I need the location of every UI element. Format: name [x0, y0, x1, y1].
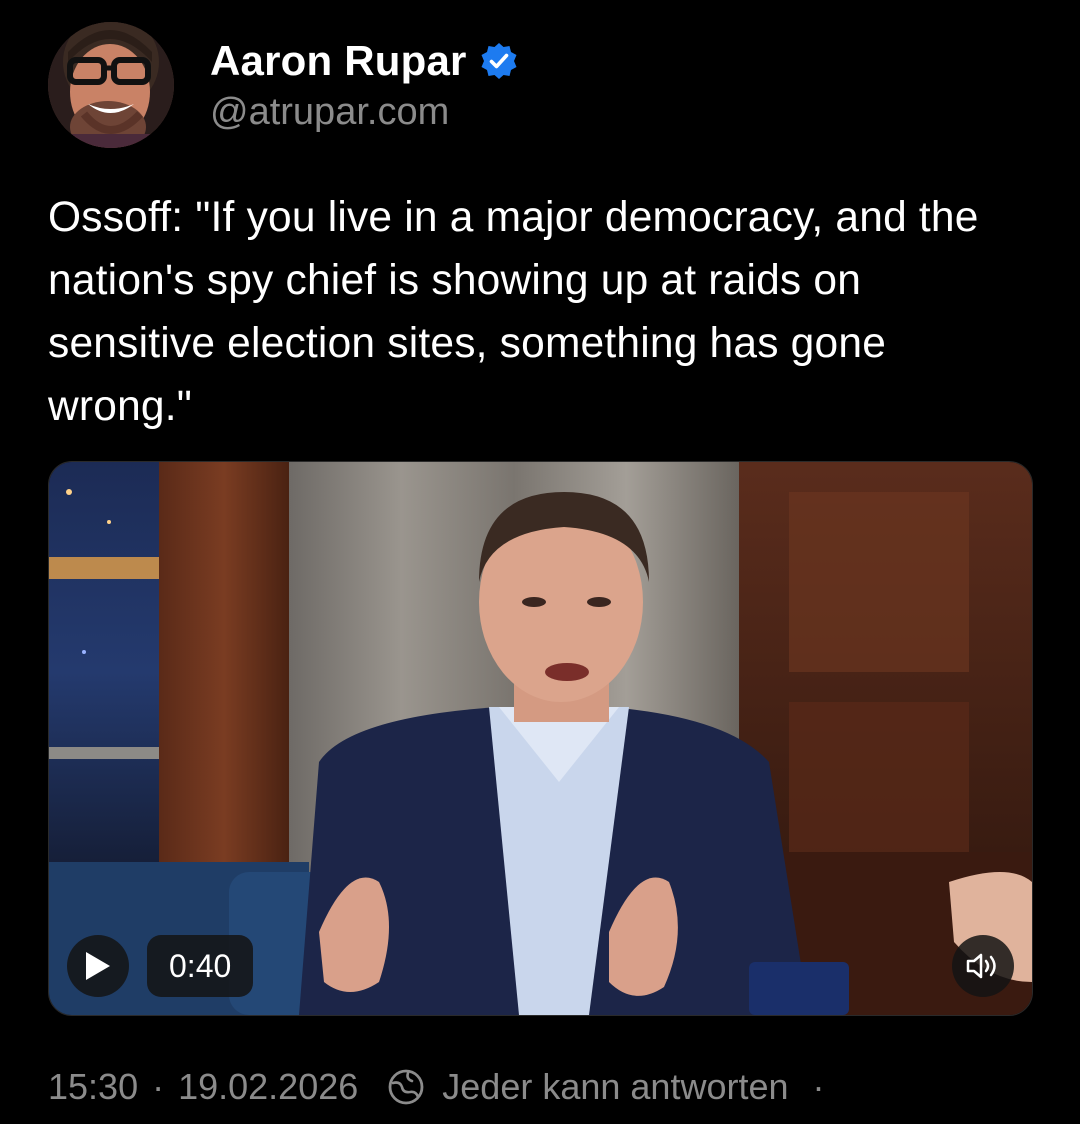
- video-thumbnail: [49, 462, 1032, 1015]
- speaker-icon: [966, 953, 996, 979]
- author-display-name[interactable]: Aaron Rupar: [210, 37, 467, 85]
- post-header: Aaron Rupar @atrupar.com: [48, 22, 519, 148]
- author-names: Aaron Rupar @atrupar.com: [210, 37, 519, 134]
- author-avatar[interactable]: [48, 22, 174, 148]
- post-time[interactable]: 15:30: [48, 1066, 138, 1108]
- reply-setting-label[interactable]: Jeder kann antworten: [442, 1066, 788, 1108]
- post-meta: 15:30 · 19.02.2026 Jeder kann antworten …: [48, 1066, 825, 1108]
- play-icon: [86, 952, 110, 980]
- verified-badge-icon: [479, 41, 519, 81]
- post-text: Ossoff: "If you live in a major democrac…: [48, 194, 979, 430]
- video-player[interactable]: 0:40: [48, 461, 1033, 1016]
- play-button[interactable]: [67, 935, 129, 997]
- video-duration: 0:40: [147, 935, 254, 997]
- post-date[interactable]: 19.02.2026: [178, 1066, 358, 1108]
- name-row: Aaron Rupar: [210, 37, 519, 85]
- reply-permission-icon[interactable]: [386, 1067, 426, 1107]
- meta-trailing-dot: ·: [812, 1066, 825, 1107]
- author-handle[interactable]: @atrupar.com: [210, 91, 519, 134]
- sound-button[interactable]: [952, 935, 1014, 997]
- meta-separator: ·: [152, 1066, 165, 1107]
